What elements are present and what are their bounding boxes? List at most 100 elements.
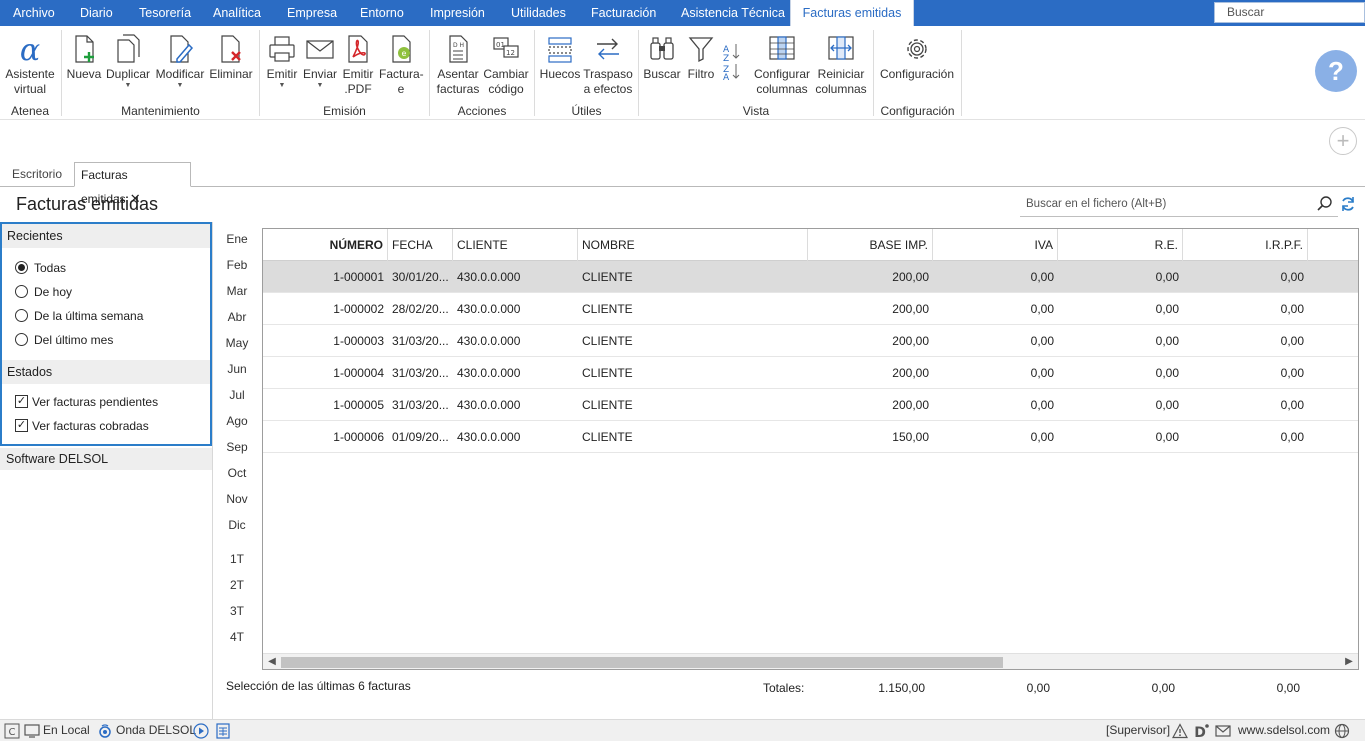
radio-de-hoy[interactable]: De hoy (2, 280, 210, 304)
column-header-fecha[interactable]: FECHA (388, 229, 453, 261)
sort-button[interactable]: A Z Z A (720, 26, 742, 96)
emitir-button[interactable]: Emitir ▼ (263, 26, 301, 96)
checkbox-checked-icon[interactable]: ✓ (15, 395, 28, 408)
table-header: NÚMERO FECHA CLIENTE NOMBRE BASE IMP. IV… (263, 229, 1358, 261)
asentar-facturas-button[interactable]: D H Asentar facturas (434, 26, 482, 96)
search-icon[interactable] (1316, 195, 1334, 213)
nueva-button[interactable]: Nueva (66, 26, 102, 96)
menu-tab-entorno[interactable]: Entorno (360, 0, 404, 26)
table-row[interactable]: 1-000005 31/03/20... 430.0.0.000 CLIENTE… (263, 389, 1358, 421)
delsol-d-icon[interactable]: D (1193, 723, 1209, 739)
svg-text:C: C (9, 727, 16, 738)
calculator-icon[interactable] (215, 723, 231, 739)
dropdown-arrow-icon: ▼ (124, 82, 132, 89)
month-ago[interactable]: Ago (216, 414, 258, 428)
scroll-right-icon[interactable]: ▶ (1342, 655, 1356, 669)
column-header-nombre[interactable]: NOMBRE (578, 229, 808, 261)
radio-button-icon[interactable] (15, 285, 28, 298)
add-tab-icon[interactable]: + (1329, 127, 1357, 155)
tab-facturas-emitidas[interactable]: Facturas emitidas ✕ (74, 162, 191, 206)
check-facturas-cobradas[interactable]: ✓ Ver facturas cobradas (2, 414, 210, 438)
month-feb[interactable]: Feb (216, 258, 258, 272)
emitir-pdf-button[interactable]: Emitir .PDF (340, 26, 376, 96)
asistente-virtual-button[interactable]: α Asistente virtual (4, 26, 56, 96)
month-ene[interactable]: Ene (216, 232, 258, 246)
modificar-button[interactable]: Modificar ▼ (154, 26, 206, 96)
radio-todas[interactable]: Todas (2, 256, 210, 280)
menu-tab-empresa[interactable]: Empresa (287, 0, 337, 26)
scroll-left-icon[interactable]: ◀ (265, 655, 279, 669)
envelope-icon (306, 40, 334, 59)
scrollbar-thumb[interactable] (281, 657, 1003, 668)
checkbox-checked-icon[interactable]: ✓ (15, 419, 28, 432)
mail-icon[interactable] (1215, 723, 1231, 739)
column-header-iva[interactable]: IVA (933, 229, 1058, 261)
column-header-base-imp[interactable]: BASE IMP. (808, 229, 933, 261)
month-sep[interactable]: Sep (216, 440, 258, 454)
table-row[interactable]: 1-000004 31/03/20... 430.0.0.000 CLIENTE… (263, 357, 1358, 389)
menu-tab-tesoreria[interactable]: Tesorería (139, 0, 191, 26)
global-search-input[interactable]: Buscar (1214, 2, 1365, 23)
enviar-button[interactable]: Enviar ▼ (302, 26, 338, 96)
buscar-button[interactable]: Buscar (643, 26, 681, 96)
menu-tab-archivo[interactable]: Archivo (13, 0, 55, 26)
month-jul[interactable]: Jul (216, 388, 258, 402)
column-header-numero[interactable]: NÚMERO (263, 229, 388, 261)
month-jun[interactable]: Jun (216, 362, 258, 376)
warning-icon[interactable] (1172, 723, 1188, 739)
reiniciar-columnas-button[interactable]: Reiniciar columnas (814, 26, 868, 96)
configuracion-button[interactable]: Configuración (878, 26, 956, 96)
cambiar-codigo-button[interactable]: 01 12 Cambiar código (483, 26, 529, 96)
filtro-button[interactable]: Filtro (684, 26, 718, 96)
month-mar[interactable]: Mar (216, 284, 258, 298)
month-nov[interactable]: Nov (216, 492, 258, 506)
menu-tab-asistencia-tecnica[interactable]: Asistencia Técnica (681, 0, 785, 26)
software-delsol-section[interactable]: Software DELSOL (0, 448, 212, 470)
table-row[interactable]: 1-000006 01/09/20... 430.0.0.000 CLIENTE… (263, 421, 1358, 453)
month-may[interactable]: May (216, 336, 258, 350)
radio-ultima-semana[interactable]: De la última semana (2, 304, 210, 328)
facturae-icon: e (392, 35, 411, 63)
radio-button-icon[interactable] (15, 333, 28, 346)
menu-tab-utilidades[interactable]: Utilidades (511, 0, 566, 26)
check-facturas-pendientes[interactable]: ✓ Ver facturas pendientes (2, 390, 210, 414)
month-dic[interactable]: Dic (216, 518, 258, 532)
quarter-3t[interactable]: 3T (216, 604, 258, 618)
column-header-cliente[interactable]: CLIENTE (453, 229, 578, 261)
refresh-icon[interactable] (1340, 196, 1356, 212)
quarter-1t[interactable]: 1T (216, 552, 258, 566)
eliminar-button[interactable]: Eliminar (208, 26, 254, 96)
menu-tab-facturas-emitidas[interactable]: Facturas emitidas (790, 0, 914, 26)
play-icon[interactable] (193, 723, 209, 739)
menu-tab-facturacion[interactable]: Facturación (591, 0, 656, 26)
configurar-columnas-button[interactable]: Configurar columnas (752, 26, 812, 96)
horizontal-scrollbar[interactable]: ◀ ▶ (263, 653, 1358, 669)
onda-delsol-label[interactable]: Onda DELSOL (116, 720, 196, 741)
menu-tab-impresion[interactable]: Impresión (430, 0, 485, 26)
radio-button-icon[interactable] (15, 309, 28, 322)
huecos-button[interactable]: Huecos (539, 26, 581, 96)
help-icon[interactable]: ? (1315, 50, 1357, 92)
menu-tab-analitica[interactable]: Analítica (213, 0, 261, 26)
quarter-4t[interactable]: 4T (216, 630, 258, 644)
website-link[interactable]: www.sdelsol.com (1238, 720, 1330, 741)
radio-ultimo-mes[interactable]: Del último mes (2, 328, 210, 352)
table-row[interactable]: 1-000002 28/02/20... 430.0.0.000 CLIENTE… (263, 293, 1358, 325)
binoculars-icon (650, 37, 674, 60)
table-row[interactable]: 1-000003 31/03/20... 430.0.0.000 CLIENTE… (263, 325, 1358, 357)
column-header-re[interactable]: R.E. (1058, 229, 1183, 261)
file-search-input[interactable]: Buscar en el fichero (Alt+B) (1020, 193, 1338, 217)
quarter-2t[interactable]: 2T (216, 578, 258, 592)
month-abr[interactable]: Abr (216, 310, 258, 324)
table-row[interactable]: 1-000001 30/01/20... 430.0.0.000 CLIENTE… (263, 261, 1358, 293)
menu-tab-diario[interactable]: Diario (80, 0, 113, 26)
duplicate-icon (117, 34, 140, 63)
duplicar-button[interactable]: Duplicar ▼ (105, 26, 151, 96)
globe-icon[interactable] (1334, 723, 1350, 739)
column-header-irpf[interactable]: I.R.P.F. (1183, 229, 1308, 261)
tab-escritorio[interactable]: Escritorio (6, 162, 68, 187)
month-oct[interactable]: Oct (216, 466, 258, 480)
facturae-button[interactable]: e Factura- e (379, 26, 424, 96)
radio-button-icon[interactable] (15, 261, 28, 274)
traspaso-efectos-button[interactable]: Traspaso a efectos (583, 26, 633, 96)
